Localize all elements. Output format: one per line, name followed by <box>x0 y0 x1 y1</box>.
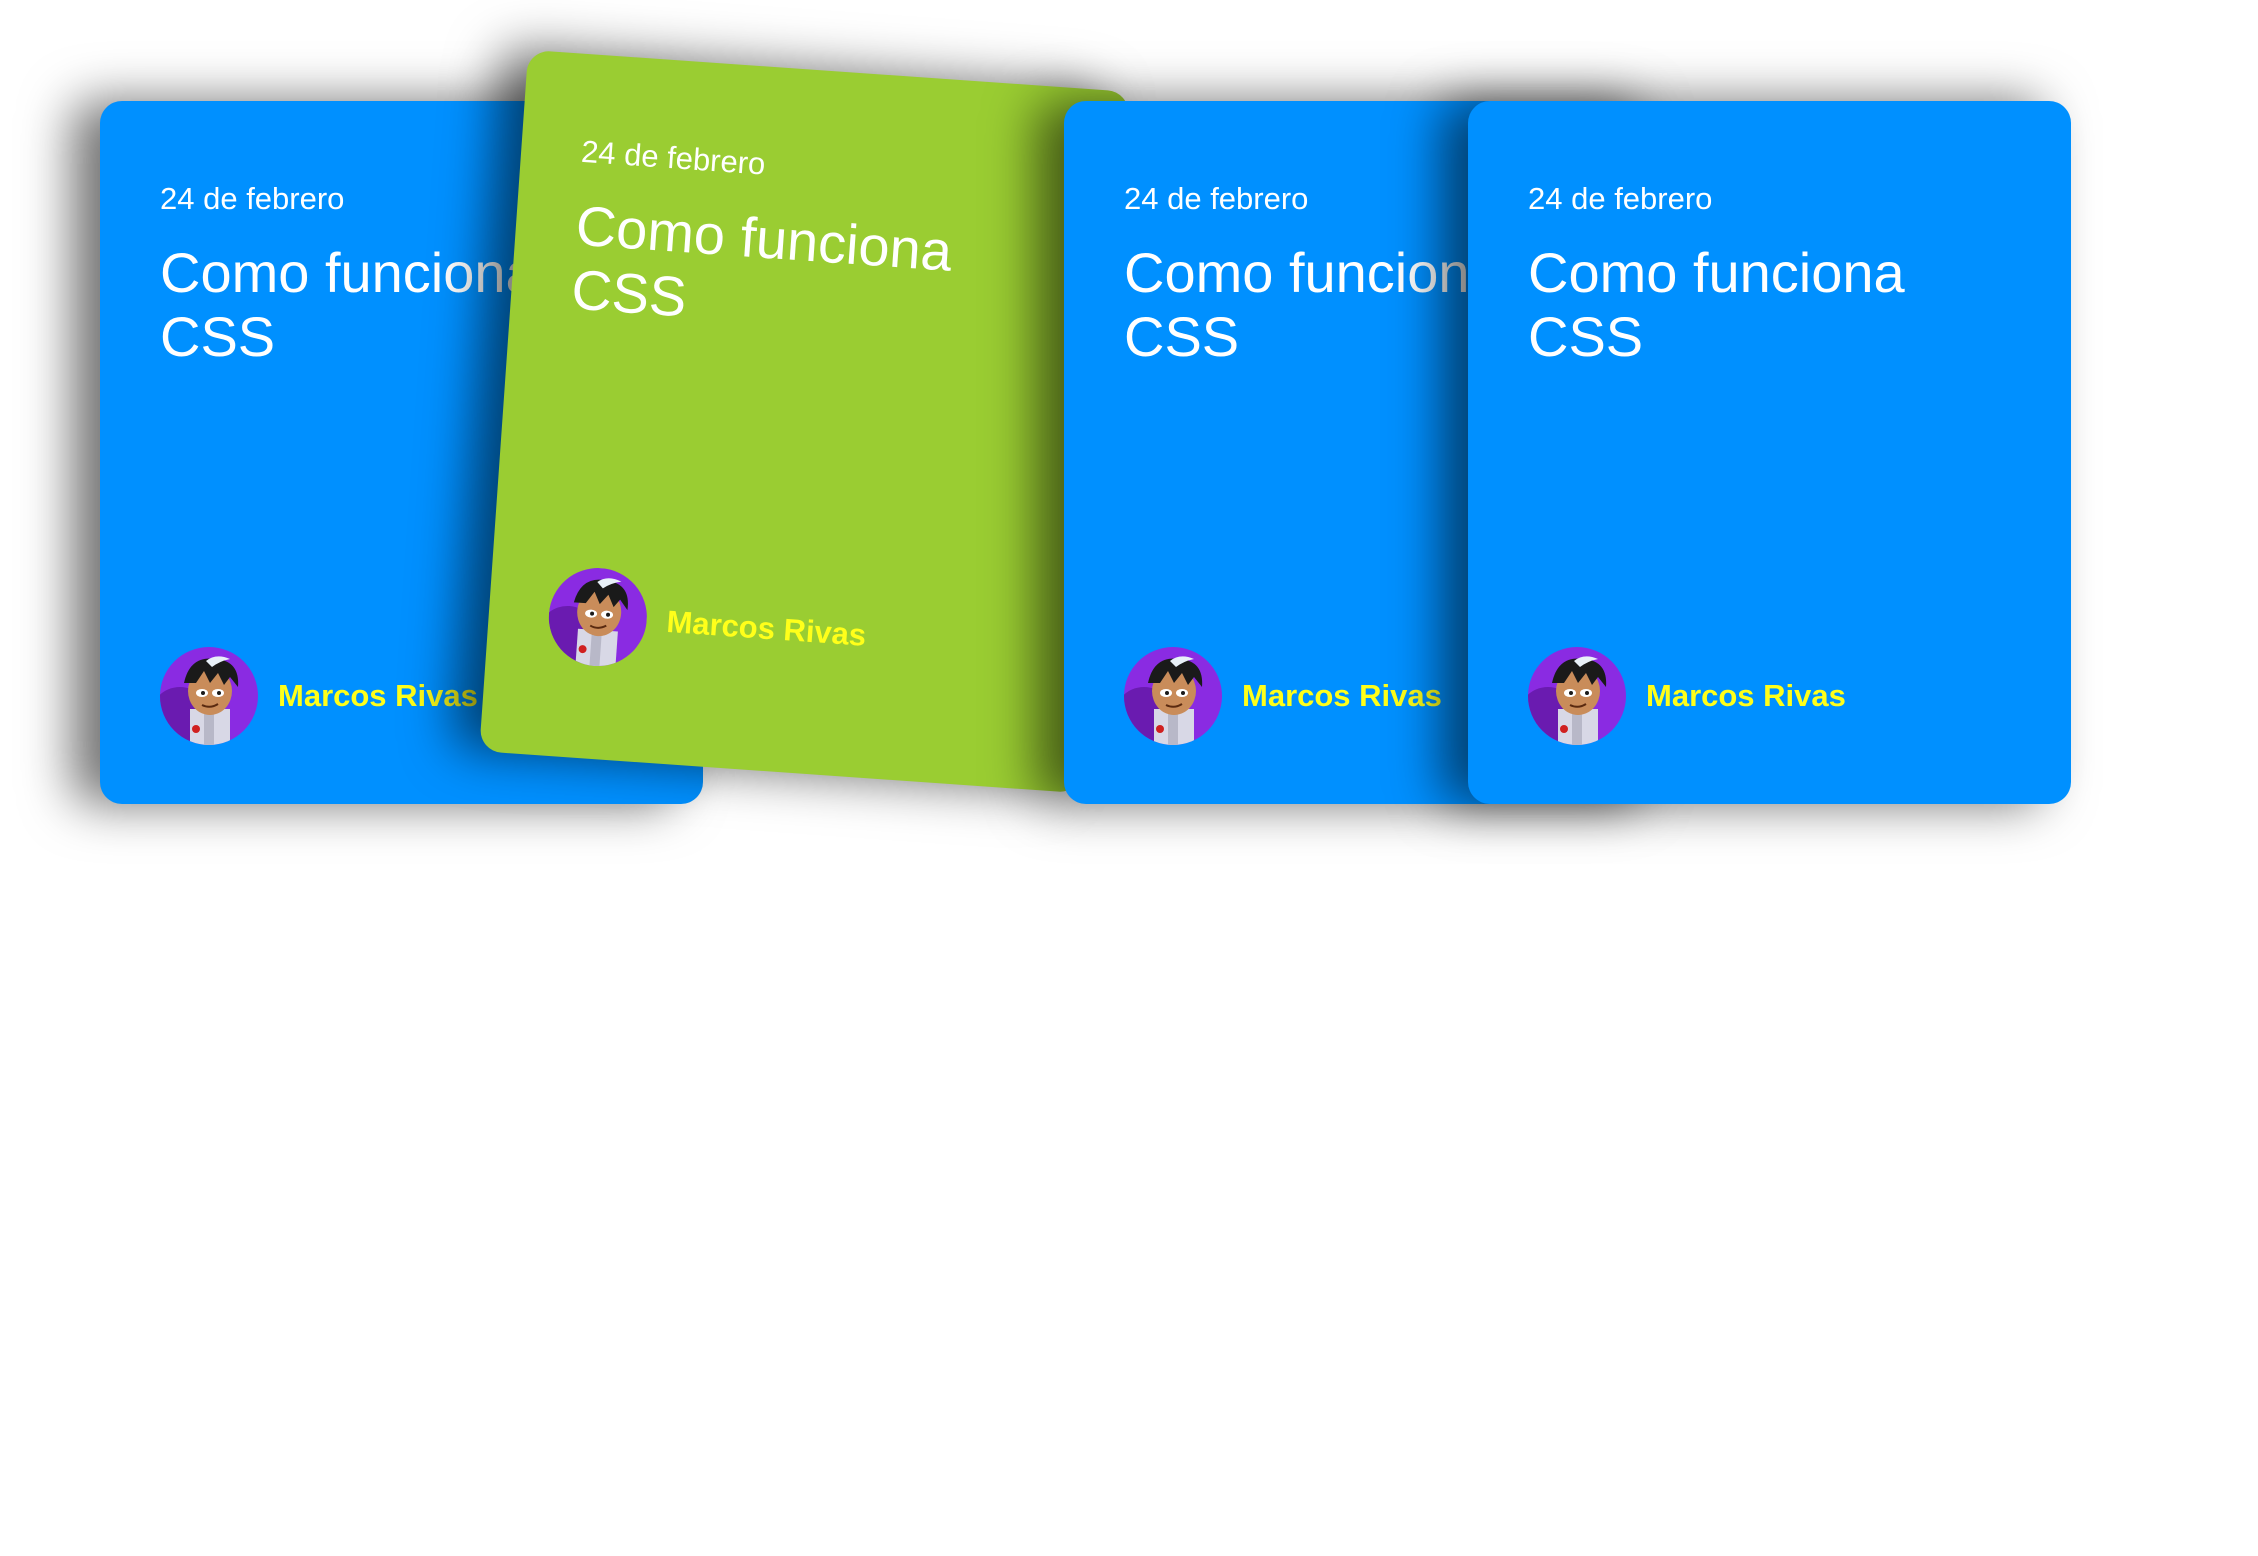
card-title: Como funciona CSS <box>1528 241 1905 368</box>
author-name[interactable]: Marcos Rivas <box>665 604 868 654</box>
card-date: 24 de febrero <box>1528 181 1713 216</box>
author-name[interactable]: Marcos Rivas <box>1242 678 1442 714</box>
card-stack: 24 de febrero Como funciona CSS Marcos R… <box>0 0 2258 1556</box>
avatar-icon <box>1528 647 1626 745</box>
article-card-hovered[interactable]: 24 de febrero Como funciona CSS Marcos R… <box>479 49 1130 794</box>
card-author: Marcos Rivas <box>545 564 870 685</box>
author-name[interactable]: Marcos Rivas <box>1646 678 1846 714</box>
avatar-icon <box>1124 647 1222 745</box>
card-author: Marcos Rivas <box>1124 647 1442 745</box>
avatar-icon <box>160 647 258 745</box>
card-author: Marcos Rivas <box>1528 647 1846 745</box>
card-date: 24 de febrero <box>580 133 767 182</box>
author-name[interactable]: Marcos Rivas <box>278 678 478 714</box>
avatar-icon <box>545 564 651 670</box>
card-title: Como funciona CSS <box>569 193 955 329</box>
article-card[interactable]: 24 de febrero Como funciona CSS Marcos R… <box>1468 101 2071 804</box>
card-author: Marcos Rivas <box>160 647 478 745</box>
